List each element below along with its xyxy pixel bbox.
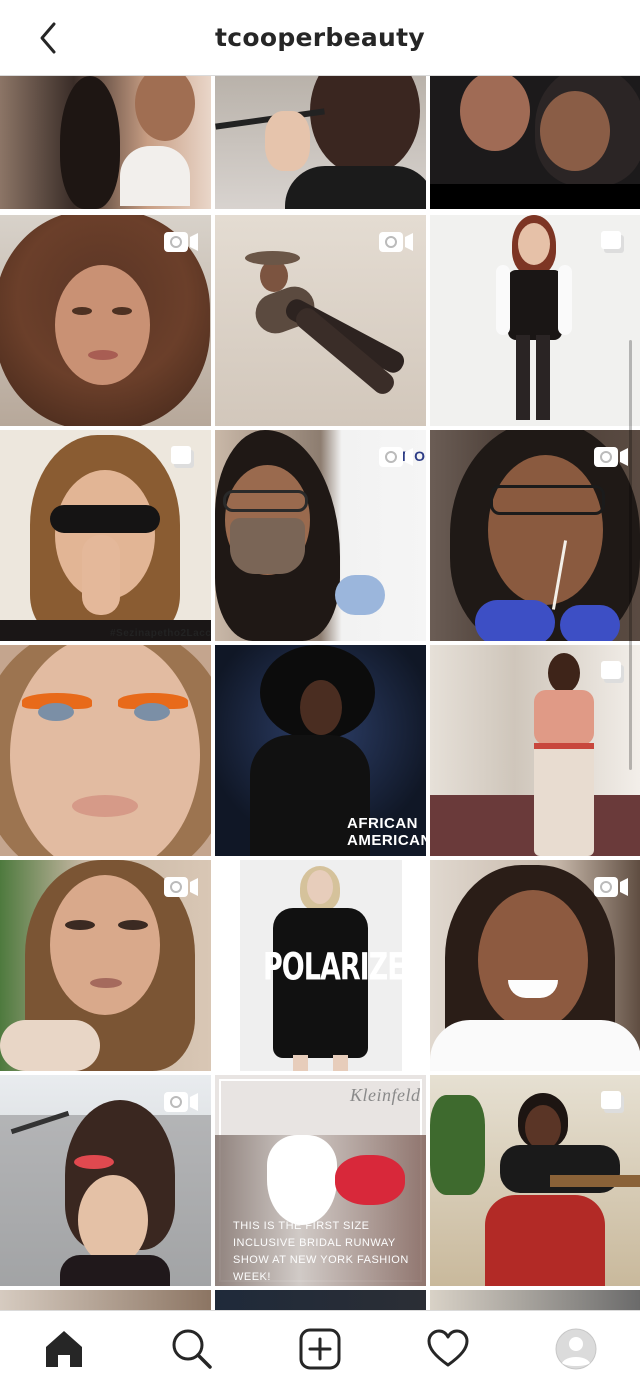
post-caption: THIS IS THE FIRST SIZE INCLUSIVE BRIDAL …	[233, 1220, 409, 1283]
post-tile[interactable]: Kleinfeld THIS IS THE FIRST SIZE INCLUSI…	[215, 1075, 426, 1286]
post-tile[interactable]	[430, 645, 640, 856]
posts-grid: #Sezinapetho2Lacc ROMO A	[0, 76, 640, 1310]
carousel-icon	[601, 661, 624, 683]
top-header: tcooperbeauty	[0, 0, 640, 76]
post-tile[interactable]	[430, 1290, 640, 1310]
video-icon	[164, 1092, 198, 1112]
post-tile[interactable]	[0, 215, 211, 426]
video-icon	[594, 447, 628, 467]
home-icon	[46, 1330, 82, 1367]
post-tile[interactable]	[0, 860, 211, 1071]
activity-heart-icon	[427, 1329, 469, 1366]
nav-activity[interactable]	[416, 1317, 480, 1381]
nav-profile[interactable]	[544, 1317, 608, 1381]
post-tile[interactable]: AFRICAN AMERICANS	[215, 645, 426, 856]
post-tile[interactable]	[0, 645, 211, 856]
video-icon	[594, 877, 628, 897]
post-tile[interactable]	[430, 430, 640, 641]
post-caption: POLARIZED	[263, 945, 426, 990]
post-tile[interactable]	[430, 76, 640, 209]
brand-logo: Kleinfeld	[350, 1085, 421, 1105]
post-tile[interactable]	[0, 1075, 211, 1286]
search-icon	[172, 1329, 212, 1369]
nav-new-post[interactable]	[288, 1317, 352, 1381]
video-icon	[379, 447, 413, 467]
post-caption: AFRICAN AMERICANS	[347, 815, 426, 849]
profile-username-title: tcooperbeauty	[215, 23, 425, 52]
video-icon	[164, 232, 198, 252]
post-tile[interactable]	[215, 1290, 426, 1310]
post-tile[interactable]: ROMO	[215, 430, 426, 641]
carousel-icon	[601, 1091, 624, 1113]
nav-search[interactable]	[160, 1317, 224, 1381]
post-tile[interactable]	[430, 215, 640, 426]
post-tile[interactable]	[0, 1290, 211, 1310]
post-caption: #Sezinapetho2Lacc	[110, 628, 211, 639]
video-icon	[379, 232, 413, 252]
scrollbar[interactable]	[629, 340, 632, 770]
post-tile[interactable]: POLARIZED	[215, 860, 426, 1071]
post-tile[interactable]	[430, 1075, 640, 1286]
back-button[interactable]	[30, 20, 66, 56]
chevron-left-icon	[40, 22, 56, 54]
post-tile[interactable]	[215, 215, 426, 426]
new-post-icon	[299, 1328, 341, 1369]
carousel-icon	[601, 231, 624, 253]
profile-avatar	[555, 1328, 597, 1369]
bottom-navigation	[0, 1310, 640, 1386]
post-tile[interactable]	[430, 860, 640, 1071]
post-tile[interactable]: #Sezinapetho2Lacc	[0, 430, 211, 641]
post-tile[interactable]	[215, 76, 426, 209]
nav-home[interactable]	[32, 1317, 96, 1381]
video-icon	[164, 877, 198, 897]
post-tile[interactable]	[0, 76, 211, 209]
carousel-icon	[171, 446, 194, 468]
